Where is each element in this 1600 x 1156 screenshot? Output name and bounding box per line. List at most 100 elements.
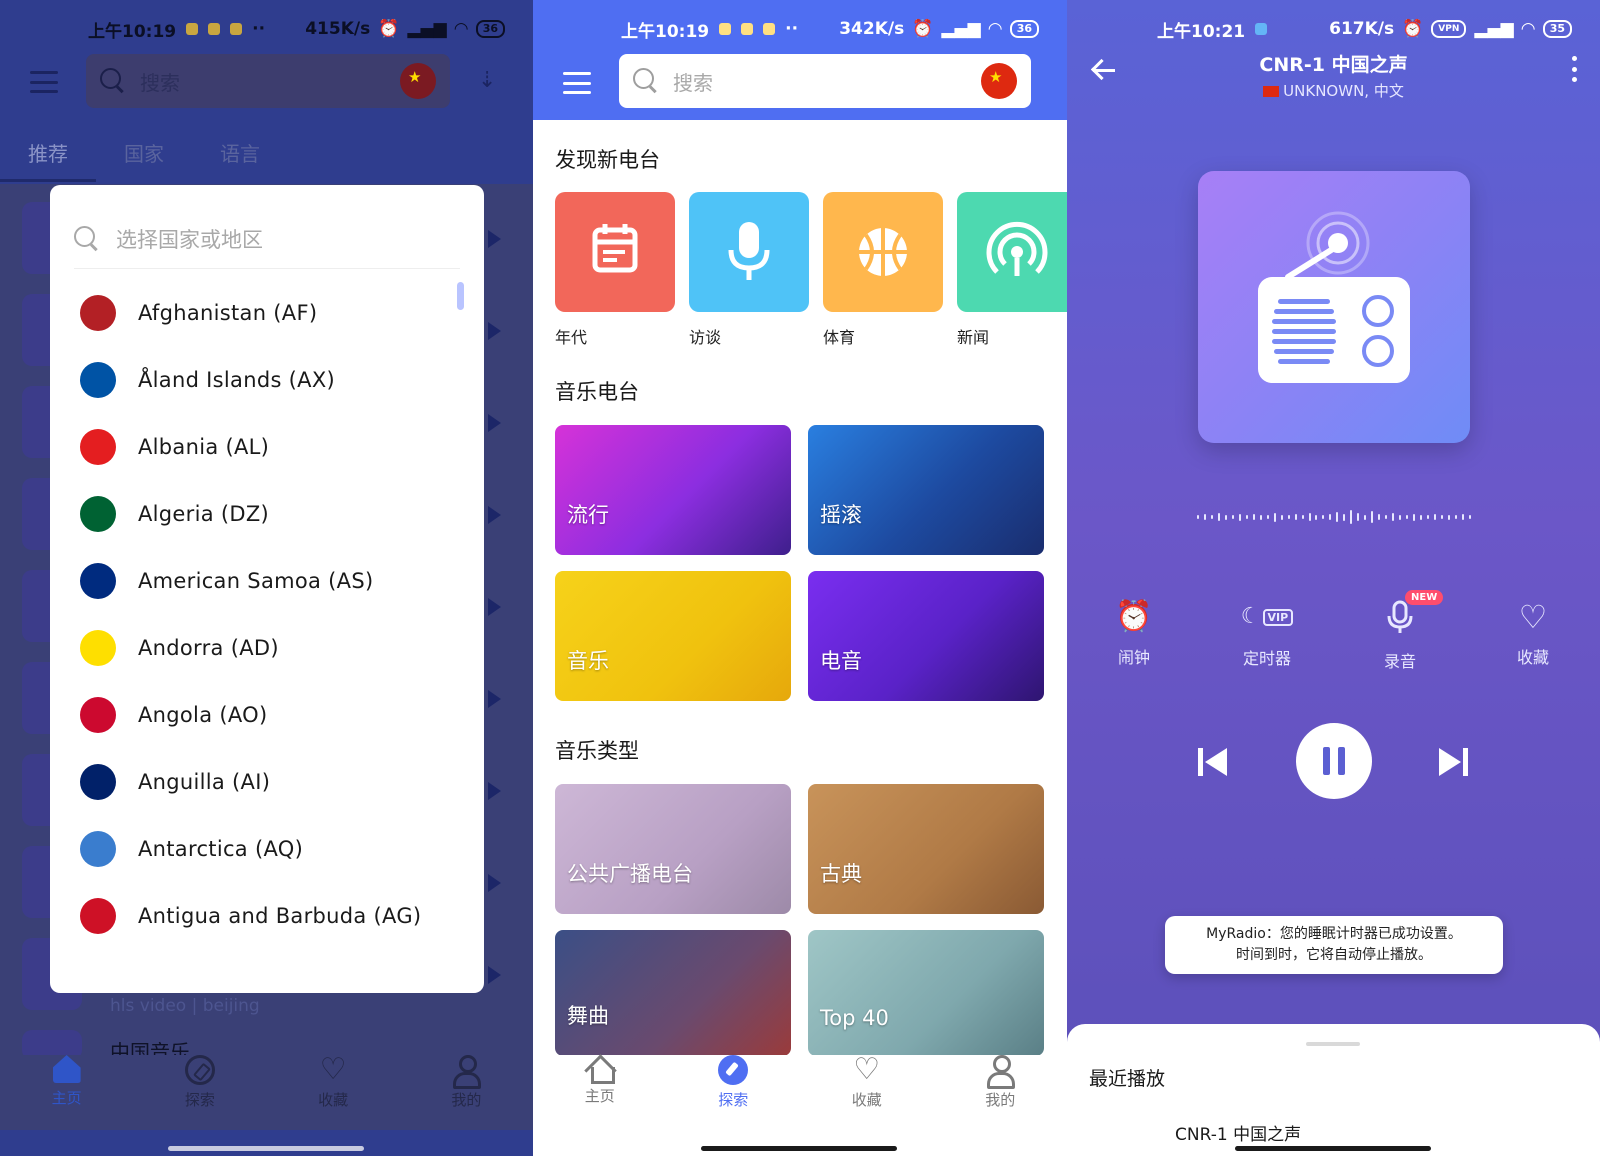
wave-bar bbox=[1336, 512, 1339, 522]
play-icon[interactable] bbox=[488, 506, 501, 524]
card-music[interactable]: 音乐 bbox=[555, 571, 791, 701]
tile-talk[interactable] bbox=[689, 192, 809, 312]
country-search-placeholder: 选择国家或地区 bbox=[116, 227, 263, 252]
play-icon[interactable] bbox=[488, 690, 501, 708]
search-bar[interactable]: 搜索 bbox=[86, 54, 450, 108]
card-rock[interactable]: 摇滚 bbox=[808, 425, 1044, 555]
tab-country[interactable]: 国家 bbox=[96, 130, 192, 182]
country-item[interactable]: Åland Islands (AX) bbox=[80, 358, 335, 402]
network-speed: 342K/s bbox=[839, 19, 905, 39]
menu-icon[interactable] bbox=[30, 71, 58, 93]
favorite-button[interactable]: ♡ 收藏 bbox=[1488, 600, 1578, 668]
country-flag-icon bbox=[80, 295, 116, 331]
nav-explore[interactable]: 探索 bbox=[133, 1055, 266, 1130]
genre-title: 音乐类型 bbox=[555, 739, 639, 763]
tab-language[interactable]: 语言 bbox=[192, 130, 288, 182]
nav-explore-label: 探索 bbox=[718, 1091, 749, 1109]
card-public-radio[interactable]: 公共广播电台 bbox=[555, 784, 791, 914]
menu-icon[interactable] bbox=[563, 72, 591, 94]
wave-bar bbox=[1203, 514, 1206, 520]
play-icon[interactable] bbox=[488, 598, 501, 616]
wave-bar bbox=[1371, 511, 1374, 523]
nav-home[interactable]: 主页 bbox=[0, 1055, 133, 1130]
card-pop[interactable]: 流行 bbox=[555, 425, 791, 555]
notification-icon bbox=[763, 23, 776, 35]
wave-bar bbox=[1440, 515, 1443, 519]
sheet-handle[interactable] bbox=[1306, 1042, 1360, 1046]
country-search-field[interactable]: 选择国家或地区 bbox=[74, 209, 460, 269]
country-flag-icon bbox=[80, 831, 116, 867]
nav-home[interactable]: 主页 bbox=[533, 1055, 667, 1130]
sort-icon[interactable]: ⇣ bbox=[478, 68, 504, 94]
country-item[interactable]: Andorra (AD) bbox=[80, 626, 279, 670]
country-item[interactable]: Angola (AO) bbox=[80, 693, 267, 737]
play-icon[interactable] bbox=[488, 414, 501, 432]
wave-bar bbox=[1392, 513, 1395, 521]
pause-icon bbox=[1338, 747, 1345, 775]
signal-icon: ▂▄▆ bbox=[1474, 19, 1514, 39]
card-electronic[interactable]: 电音 bbox=[808, 571, 1044, 701]
audio-waveform bbox=[1197, 505, 1471, 529]
home-indicator[interactable] bbox=[1235, 1146, 1431, 1151]
country-item[interactable]: Albania (AL) bbox=[80, 425, 269, 469]
skip-previous-icon[interactable] bbox=[1195, 745, 1229, 779]
recent-item[interactable]: CNR-1 中国之声 bbox=[1175, 1120, 1301, 1145]
china-flag-icon[interactable] bbox=[981, 63, 1017, 99]
country-name: Algeria (DZ) bbox=[138, 502, 270, 526]
country-item[interactable]: Afghanistan (AF) bbox=[80, 291, 317, 335]
screen-explore: 上午10:19 ·· 342K/s ⏰ ▂▄▆ ◠ 36 搜索 发现新电台 bbox=[533, 0, 1067, 1156]
nav-profile[interactable]: 我的 bbox=[400, 1055, 533, 1130]
status-more-dots: ·· bbox=[785, 19, 799, 39]
status-bar: 上午10:19 ·· 415K/s ⏰ ▂▄▆ ◠ 36 bbox=[0, 0, 533, 58]
country-item[interactable]: Algeria (DZ) bbox=[80, 492, 269, 536]
search-placeholder: 搜索 bbox=[140, 70, 180, 95]
nav-profile[interactable]: 我的 bbox=[934, 1055, 1068, 1130]
tile-decades[interactable] bbox=[555, 192, 675, 312]
china-flag-icon[interactable] bbox=[400, 63, 436, 99]
play-icon[interactable] bbox=[488, 782, 501, 800]
tab-recommended[interactable]: 推荐 bbox=[0, 130, 96, 182]
tile-sports[interactable] bbox=[823, 192, 943, 312]
search-bar[interactable]: 搜索 bbox=[619, 54, 1031, 108]
play-icon[interactable] bbox=[488, 874, 501, 892]
nav-explore[interactable]: 探索 bbox=[667, 1055, 801, 1130]
recent-sheet[interactable]: 最近播放 CNR-1 中国之声 bbox=[1067, 1024, 1600, 1156]
play-icon[interactable] bbox=[488, 322, 501, 340]
alarm-button[interactable]: ⏰ 闹钟 bbox=[1089, 600, 1179, 668]
skip-next-icon[interactable] bbox=[1437, 745, 1471, 779]
notification-icon bbox=[1255, 23, 1268, 35]
notification-icon bbox=[741, 23, 754, 35]
home-indicator[interactable] bbox=[701, 1146, 897, 1151]
heart-icon: ♡ bbox=[1518, 598, 1548, 636]
screen-player: 上午10:21 617K/s ⏰ VPN ▂▄▆ ◠ 35 CNR-1 中国之声… bbox=[1067, 0, 1600, 1156]
search-icon bbox=[74, 225, 100, 252]
tile-news[interactable] bbox=[957, 192, 1067, 312]
station-subtitle: hls video | beijing bbox=[110, 996, 260, 1016]
signal-icon: ▂▄▆ bbox=[941, 19, 981, 39]
wave-bar bbox=[1468, 515, 1471, 519]
card-top40[interactable]: Top 40 bbox=[808, 930, 1044, 1056]
card-classical[interactable]: 古典 bbox=[808, 784, 1044, 914]
country-picker-dialog: 选择国家或地区 Afghanistan (AF) Åland Islands (A… bbox=[50, 185, 484, 993]
pause-button[interactable] bbox=[1296, 723, 1372, 799]
record-button[interactable]: NEW 录音 bbox=[1355, 590, 1445, 672]
country-item[interactable]: American Samoa (AS) bbox=[80, 559, 373, 603]
favorite-label: 收藏 bbox=[1516, 648, 1549, 667]
scrollbar[interactable] bbox=[457, 282, 464, 310]
play-icon[interactable] bbox=[488, 230, 501, 248]
wave-bar bbox=[1301, 515, 1304, 519]
nav-favorites[interactable]: ♡ 收藏 bbox=[800, 1055, 934, 1130]
country-item[interactable]: Antarctica (AQ) bbox=[80, 827, 303, 871]
more-options-icon[interactable] bbox=[1572, 56, 1578, 82]
wifi-icon: ◠ bbox=[988, 19, 1002, 39]
country-item[interactable]: Antigua and Barbuda (AG) bbox=[80, 894, 421, 938]
country-flag-icon bbox=[80, 362, 116, 398]
country-item[interactable]: Anguilla (AI) bbox=[80, 760, 270, 804]
screen-country-picker: 上午10:19 ·· 415K/s ⏰ ▂▄▆ ◠ 36 搜索 ⇣ 推荐 国家 … bbox=[0, 0, 533, 1156]
alarm-icon: ⏰ bbox=[1115, 599, 1153, 634]
play-icon[interactable] bbox=[488, 966, 501, 984]
home-indicator[interactable] bbox=[168, 1146, 364, 1151]
nav-favorites[interactable]: ♡ 收藏 bbox=[267, 1055, 400, 1130]
card-dance[interactable]: 舞曲 bbox=[555, 930, 791, 1056]
sleep-timer-button[interactable]: ☾ VIP 定时器 bbox=[1222, 600, 1312, 669]
